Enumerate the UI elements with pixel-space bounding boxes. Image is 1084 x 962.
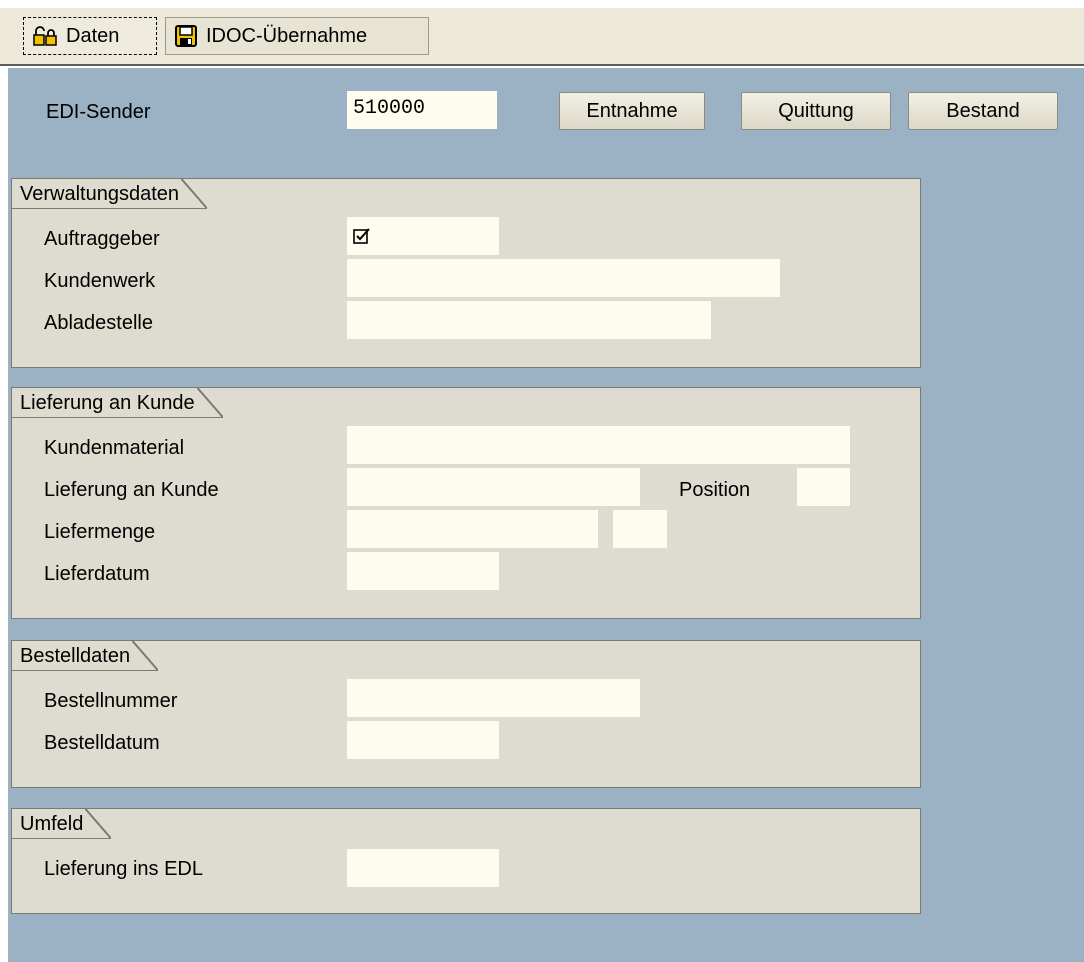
- kundenwerk-label: Kundenwerk: [44, 270, 156, 292]
- abladestelle-label: Abladestelle: [44, 312, 153, 334]
- bestelldaten-title: Bestelldaten: [12, 641, 159, 671]
- save-icon: [175, 25, 197, 47]
- lieferdatum-input[interactable]: [347, 552, 499, 590]
- lieferung-an-kunde-title: Lieferung an Kunde: [12, 388, 223, 418]
- entnahme-button[interactable]: Entnahme: [559, 92, 705, 130]
- auftraggeber-label: Auftraggeber: [44, 228, 160, 250]
- lieferung-ins-edl-label: Lieferung ins EDL: [44, 858, 203, 880]
- lieferung-an-kunde-input[interactable]: [347, 468, 640, 506]
- umfeld-title: Umfeld: [12, 809, 112, 839]
- auftraggeber-field[interactable]: [347, 217, 499, 255]
- edi-sender-label: EDI-Sender: [46, 101, 151, 123]
- lieferung-an-kunde-label: Lieferung an Kunde: [44, 479, 219, 501]
- liefermenge-label: Liefermenge: [44, 521, 156, 543]
- idoc-uebernahme-label: IDOC-Übernahme: [206, 24, 368, 47]
- liefermenge-input[interactable]: [347, 510, 598, 548]
- kundenwerk-input[interactable]: [347, 259, 780, 297]
- main-screen-area: EDI-Sender 510000 Entnahme Quittung Best…: [8, 68, 1084, 962]
- position-input[interactable]: [797, 468, 850, 506]
- liefermenge-unit-input[interactable]: [613, 510, 667, 548]
- lock-open-icon: [33, 26, 57, 46]
- verwaltungsdaten-group: Verwaltungsdaten Auftraggeber Kundenwerk…: [11, 178, 921, 368]
- application-toolbar: Daten IDOC-Übernahme: [0, 8, 1084, 66]
- bestelldaten-group: Bestelldaten Bestellnummer Bestelldatum: [11, 640, 921, 788]
- lieferung-an-kunde-group: Lieferung an Kunde Kundenmaterial Liefer…: [11, 387, 921, 619]
- kundenmaterial-input[interactable]: [347, 426, 850, 464]
- lieferdatum-label: Lieferdatum: [44, 563, 150, 585]
- umfeld-group: Umfeld Lieferung ins EDL: [11, 808, 921, 914]
- bestelldatum-input[interactable]: [347, 721, 499, 759]
- checkbox-checked-icon[interactable]: [353, 227, 371, 245]
- idoc-uebernahme-button[interactable]: IDOC-Übernahme: [165, 17, 429, 55]
- daten-label: Daten: [66, 24, 120, 47]
- edi-sender-input[interactable]: 510000: [347, 91, 497, 129]
- abladestelle-input[interactable]: [347, 301, 711, 339]
- lieferung-ins-edl-input[interactable]: [347, 849, 499, 887]
- bestellnummer-label: Bestellnummer: [44, 690, 178, 712]
- quittung-button[interactable]: Quittung: [741, 92, 891, 130]
- verwaltungsdaten-title: Verwaltungsdaten: [12, 179, 208, 209]
- position-label: Position: [679, 479, 751, 501]
- bestand-button[interactable]: Bestand: [908, 92, 1058, 130]
- bestelldatum-label: Bestelldatum: [44, 732, 160, 754]
- daten-button[interactable]: Daten: [23, 17, 157, 55]
- kundenmaterial-label: Kundenmaterial: [44, 437, 185, 459]
- bestellnummer-input[interactable]: [347, 679, 640, 717]
